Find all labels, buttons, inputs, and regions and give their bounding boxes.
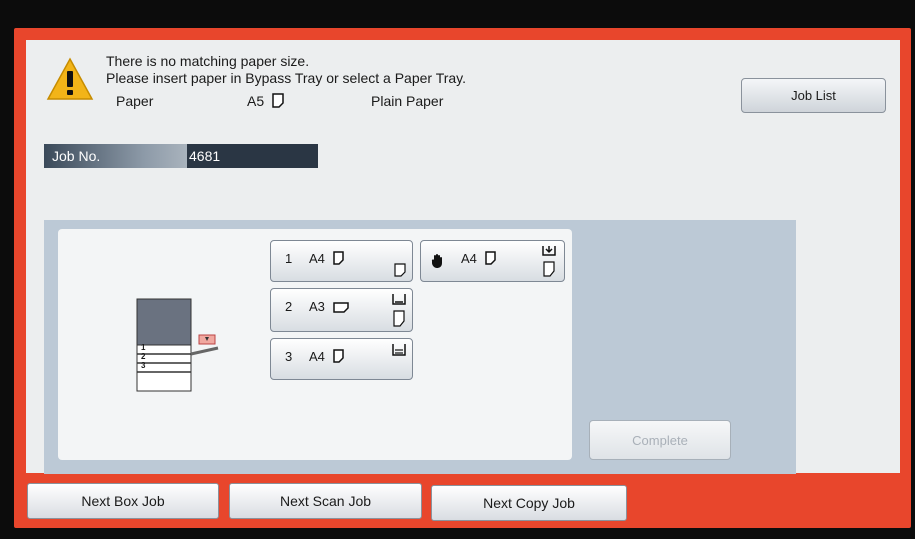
tray-1-size: A4 <box>309 251 344 266</box>
paper-portrait-icon <box>394 263 406 277</box>
machine-tray-label-3: 3 <box>141 361 146 370</box>
paper-size-value: A5 <box>247 93 265 109</box>
tray-2-number: 2 <box>285 299 293 314</box>
tray-level-icon <box>392 344 406 356</box>
job-number-label: Job No. <box>44 144 187 168</box>
bypass-tray-button[interactable]: A4 <box>420 240 565 282</box>
next-copy-job-button[interactable]: Next Copy Job <box>431 485 627 521</box>
hand-icon <box>431 254 442 268</box>
tray-3-size-value: A4 <box>309 349 325 364</box>
machine-tray-label-1: 1 <box>141 343 146 352</box>
warning-icon <box>46 57 94 100</box>
portrait-orientation-icon <box>272 93 284 108</box>
paper-type: Plain Paper <box>371 93 444 109</box>
tray-3-number: 3 <box>285 349 293 364</box>
paper-label: Paper <box>116 93 154 109</box>
landscape-orientation-icon <box>332 302 349 313</box>
message-line-1: There is no matching paper size. <box>106 53 310 69</box>
tray-1-button[interactable]: 1 A4 <box>270 240 413 282</box>
next-scan-job-button[interactable]: Next Scan Job <box>229 483 422 519</box>
portrait-orientation-icon <box>332 349 344 363</box>
message-line-2: Please insert paper in Bypass Tray or se… <box>106 70 467 86</box>
bypass-tray-size: A4 <box>461 251 496 266</box>
tray-level-icon <box>392 294 406 327</box>
machine-tray-label-2: 2 <box>141 352 146 361</box>
portrait-orientation-icon <box>332 251 344 265</box>
tray-3-size: A4 <box>309 349 344 364</box>
tray-1-number: 1 <box>285 251 293 266</box>
complete-button[interactable]: Complete <box>589 420 731 460</box>
paper-size: A5 <box>247 93 284 110</box>
portrait-orientation-icon <box>484 251 496 265</box>
tray-3-button[interactable]: 3 A4 <box>270 338 413 380</box>
job-number-value: 4681 <box>187 144 318 168</box>
bypass-tray-size-value: A4 <box>461 251 477 266</box>
bypass-tray-indicator-icon <box>190 334 219 356</box>
bypass-feed-icon <box>542 246 556 277</box>
tray-2-size-value: A3 <box>309 299 325 314</box>
job-number-bar: Job No. 4681 <box>44 144 318 168</box>
tray-1-size-value: A4 <box>309 251 325 266</box>
tray-2-size: A3 <box>309 299 349 314</box>
job-list-button[interactable]: Job List <box>741 78 886 113</box>
next-box-job-button[interactable]: Next Box Job <box>27 483 219 519</box>
tray-2-button[interactable]: 2 A3 <box>270 288 413 332</box>
